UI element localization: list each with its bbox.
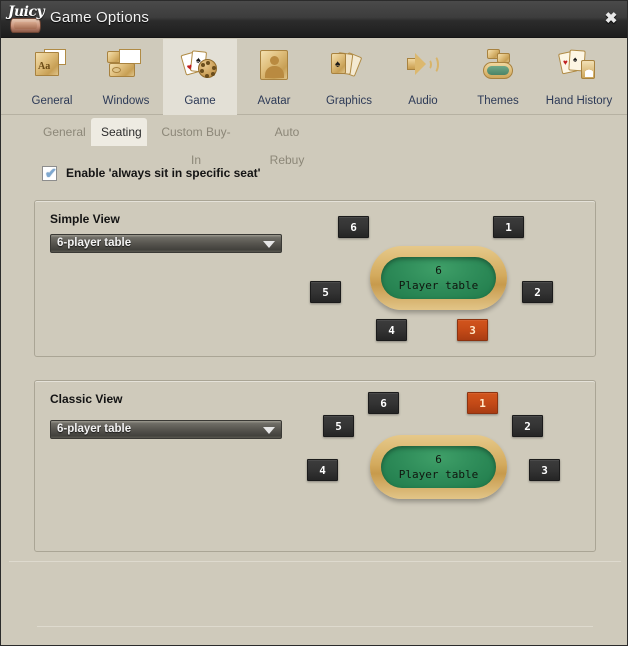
close-button[interactable]: ✖ [595,3,627,35]
classic-view-seat-3[interactable]: 3 [529,459,560,481]
subtab-custom-buy-in-label: Custom Buy-In [161,125,231,167]
close-icon: ✖ [604,10,618,27]
classic-view-table-caption: 6 Player table [381,452,496,482]
logo-wordmark: Juicy [7,4,45,20]
tab-hand-history[interactable]: ♥ ♠ Hand History [535,39,623,115]
classic-view-table-line1: 6 [435,453,442,466]
subtab-auto-rebuy-label: Auto Rebuy [269,125,305,167]
classic-view-felt: 6 Player table [381,446,496,488]
classic-view-seat-4[interactable]: 4 [307,459,338,481]
playing-cards-icon: ♠ [330,49,368,82]
enable-specific-seat-label: Enable 'always sit in specific seat' [66,166,261,180]
cards-and-chip-icon: ♥ ♠ [180,49,219,82]
simple-view-seat-3[interactable]: 3 [457,319,488,341]
simple-view-seat-1[interactable]: 1 [493,216,524,238]
enable-specific-seat-checkbox[interactable]: ✔ [42,166,57,181]
classic-view-poker-table: 6 Player table [370,435,507,499]
tab-audio[interactable]: Audio [386,39,460,115]
chevron-down-icon [263,427,275,434]
subtab-general[interactable]: General [33,118,91,146]
tab-general-label: General [31,95,73,107]
simple-view-seat-4[interactable]: 4 [376,319,407,341]
simple-view-seat-6[interactable]: 6 [338,216,369,238]
classic-view-seat-6[interactable]: 6 [368,392,399,414]
general-document-icon: Aa [33,49,71,82]
tab-windows-label: Windows [102,95,150,107]
logo-table-graphic [10,18,41,33]
tab-graphics-label: Graphics [325,95,373,107]
tab-hand-history-label: Hand History [545,95,613,107]
simple-view-seat-5[interactable]: 5 [310,281,341,303]
simple-view-dropdown-value: 6-player table [57,237,132,249]
simple-view-panel: Simple View 6-player table 6 Player tabl… [34,200,596,357]
classic-view-seat-5[interactable]: 5 [323,415,354,437]
subtab-seating-label: Seating [101,125,142,139]
simple-view-table-size-dropdown[interactable]: 6-player table [50,234,282,253]
simple-view-poker-table: 6 Player table [370,246,507,310]
person-portrait-icon [255,49,293,82]
simple-view-seat-2[interactable]: 2 [522,281,553,303]
simple-view-felt: 6 Player table [381,257,496,299]
main-toolbar: Aa General Windows ♥ ♠ Game Avatar ♠ Gra… [1,39,627,115]
classic-view-title: Classic View [50,392,123,406]
simple-view-table-line2: Player table [398,279,479,292]
subtab-custom-buy-in[interactable]: Custom Buy-In [149,118,243,167]
subtab-general-label: General [43,125,86,139]
table-theme-icon [479,49,517,82]
check-icon: ✔ [45,165,57,181]
tab-themes[interactable]: Themes [461,39,535,115]
simple-view-title: Simple View [50,212,120,226]
tab-avatar-label: Avatar [257,95,291,107]
chevron-down-icon [263,241,275,248]
tab-game-label: Game [184,95,216,107]
cards-hourglass-icon: ♥ ♠ [557,49,598,82]
title-bar: Juicy Game Options ✖ [1,1,627,38]
classic-view-seat-1[interactable]: 1 [467,392,498,414]
juicy-logo: Juicy [5,3,45,36]
classic-view-dropdown-value: 6-player table [57,423,132,435]
tab-avatar[interactable]: Avatar [237,39,311,115]
simple-view-table-line1: 6 [435,264,442,277]
classic-view-table-size-dropdown[interactable]: 6-player table [50,420,282,439]
classic-view-table-line2: Player table [398,468,479,481]
classic-view-panel: Classic View 6-player table 6 Player tab… [34,380,596,552]
tab-audio-label: Audio [408,95,438,107]
window-title: Game Options [50,9,150,26]
classic-view-seat-2[interactable]: 2 [512,415,543,437]
simple-view-table-caption: 6 Player table [381,263,496,293]
windows-layout-icon [107,49,145,82]
bottom-bar [9,561,621,639]
subtab-seating[interactable]: Seating [91,118,147,146]
subtab-auto-rebuy[interactable]: Auto Rebuy [247,118,327,167]
bottom-divider [37,626,593,627]
tab-themes-label: Themes [477,95,519,107]
speaker-icon [404,49,442,82]
sub-tab-bar: General Seating Custom Buy-In Auto Rebuy [1,116,627,167]
tab-general[interactable]: Aa General [15,39,89,115]
tab-windows[interactable]: Windows [89,39,163,115]
tab-game[interactable]: ♥ ♠ Game [163,39,237,115]
tab-graphics[interactable]: ♠ Graphics [312,39,386,115]
game-options-window: Juicy Game Options ✖ Aa General Windows … [0,0,628,646]
